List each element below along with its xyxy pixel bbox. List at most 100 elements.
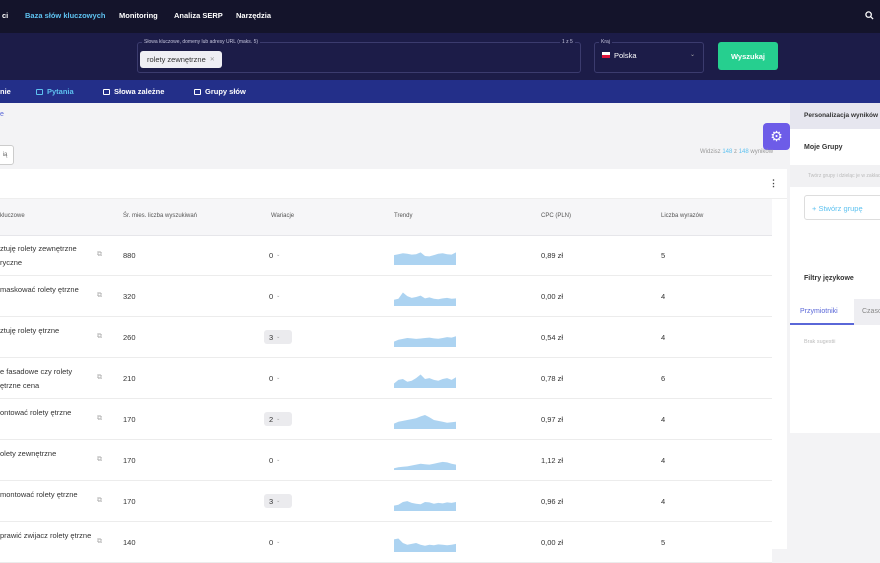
- header-cpc[interactable]: CPC (PLN): [541, 213, 571, 219]
- search-volume: 320: [123, 292, 136, 301]
- nav-item-tools[interactable]: Narzędzia: [236, 11, 271, 20]
- header-word-count[interactable]: Liczba wyrazów: [661, 213, 703, 219]
- trend-sparkline: [394, 501, 456, 511]
- variations-count: 0: [269, 250, 274, 260]
- keyword-text[interactable]: prawić zwijacz rolety ętrzne: [0, 529, 93, 543]
- variations-count: 3: [269, 496, 274, 506]
- search-icon[interactable]: [865, 11, 874, 20]
- empty-suggestions: Brak sugestii: [804, 339, 836, 345]
- export-button[interactable]: ią: [0, 145, 14, 165]
- tab-questions[interactable]: Pytania: [36, 87, 74, 96]
- word-count: 6: [661, 374, 666, 383]
- nav-item-serp-analysis[interactable]: Analiza SERP: [174, 11, 223, 20]
- keyword-table: ⋮ kluczowe Śr. mies. liczba wyszukiwań W…: [0, 169, 787, 563]
- copy-icon[interactable]: ⧉: [97, 538, 102, 546]
- tab-partial[interactable]: nie: [0, 87, 11, 96]
- keyword-text[interactable]: montować rolety ętrzne: [0, 488, 93, 502]
- trend-area: [394, 336, 456, 347]
- chevron-down-icon: ⌄: [276, 375, 281, 381]
- tab-related-words[interactable]: Słowa zależne: [103, 87, 164, 96]
- header-variations[interactable]: Wariacje: [271, 213, 294, 219]
- variations-dropdown[interactable]: 0 ⌄: [264, 289, 292, 303]
- tab-label: Grupy słów: [205, 87, 246, 96]
- tab-adjectives[interactable]: Przymiotniki: [790, 299, 854, 325]
- settings-button[interactable]: ⚙: [763, 123, 790, 150]
- nav-item-partial[interactable]: ci: [2, 11, 8, 20]
- cpc-value: 0,00 zł: [541, 292, 564, 301]
- variations-count: 0: [269, 373, 274, 383]
- results-count: Widzisz 148 z 148 wyników: [700, 149, 773, 155]
- keyword-text[interactable]: ztuję rolety zewnętrzne ryczne: [0, 242, 93, 270]
- table-row[interactable]: ontować rolety ętrzne ⧉ 170 2 ⌄ 0,97 zł 4: [0, 400, 772, 440]
- variations-dropdown[interactable]: 2 ⌄: [264, 412, 292, 426]
- nav-item-monitoring[interactable]: Monitoring: [119, 11, 158, 20]
- keyword-text[interactable]: maskować rolety ętrzne: [0, 283, 93, 297]
- table-row[interactable]: ztuję rolety ętrzne ⧉ 260 3 ⌄ 0,54 zł 4: [0, 318, 772, 358]
- results-total: 148: [738, 149, 749, 155]
- word-count: 4: [661, 292, 666, 301]
- breadcrumb[interactable]: e: [0, 111, 4, 118]
- keyword-text[interactable]: olety zewnętrzne: [0, 447, 93, 461]
- keyword-text[interactable]: ztuję rolety ętrzne: [0, 324, 93, 338]
- trend-area: [394, 374, 456, 388]
- keyword-chip-label: rolety zewnętrzne: [147, 55, 206, 64]
- variations-count: 0: [269, 537, 274, 547]
- my-groups-title: Moje Grupy: [804, 144, 843, 151]
- cpc-value: 0,00 zł: [541, 538, 564, 547]
- country-select[interactable]: [594, 42, 704, 73]
- search-volume: 210: [123, 374, 136, 383]
- header-keyword[interactable]: kluczowe: [0, 213, 25, 219]
- main-content: e ią ⚙ Widzisz 148 z 148 wyników ⋮ klucz…: [0, 103, 790, 563]
- variations-dropdown[interactable]: 0 ⌄: [264, 535, 292, 549]
- copy-icon[interactable]: ⧉: [97, 456, 102, 464]
- panel-footer: [790, 433, 880, 540]
- word-count: 4: [661, 333, 666, 342]
- variations-dropdown[interactable]: 0 ⌄: [264, 453, 292, 467]
- copy-icon[interactable]: ⧉: [97, 333, 102, 341]
- table-row[interactable]: ztuję rolety zewnętrzne ryczne ⧉ 880 0 ⌄ 0,89…: [0, 236, 772, 276]
- keyword-chip[interactable]: rolety zewnętrzne ✕: [140, 51, 222, 68]
- table-row[interactable]: montować rolety ętrzne ⧉ 170 3 ⌄ 0,96 zł 4: [0, 482, 772, 522]
- table-row[interactable]: olety zewnętrzne ⧉ 170 0 ⌄ 1,12 zł 4: [0, 441, 772, 481]
- tab-label: nie: [0, 87, 11, 96]
- variations-dropdown[interactable]: 3 ⌄: [264, 494, 292, 508]
- tab-verbs[interactable]: Czasowniki: [854, 299, 880, 325]
- keyword-text[interactable]: e fasadowe czy rolety ętrzne cena: [0, 365, 93, 393]
- trend-sparkline: [394, 538, 456, 552]
- copy-icon[interactable]: ⧉: [97, 251, 102, 259]
- tab-word-groups[interactable]: Grupy słów: [194, 87, 246, 96]
- close-icon[interactable]: ✕: [210, 56, 215, 63]
- keyword-text[interactable]: ontować rolety ętrzne: [0, 406, 93, 420]
- copy-icon[interactable]: ⧉: [97, 374, 102, 382]
- variations-dropdown[interactable]: 0 ⌄: [264, 371, 292, 385]
- table-header: kluczowe Śr. mies. liczba wyszukiwań War…: [0, 199, 772, 236]
- more-options-icon[interactable]: ⋮: [769, 178, 778, 189]
- table-row[interactable]: e fasadowe czy rolety ętrzne cena ⧉ 210 0 ⌄ 0…: [0, 359, 772, 399]
- country-value: Polska: [614, 51, 637, 60]
- trend-sparkline: [394, 415, 456, 429]
- header-volume[interactable]: Śr. mies. liczba wyszukiwań: [123, 213, 197, 219]
- variations-dropdown[interactable]: 3 ⌄: [264, 330, 292, 344]
- trend-sparkline: [394, 336, 456, 347]
- copy-icon[interactable]: ⧉: [97, 292, 102, 300]
- poland-flag-icon: [602, 52, 610, 58]
- results-suffix: wyników: [750, 149, 774, 155]
- cpc-value: 0,78 zł: [541, 374, 564, 383]
- results-shown: 148: [722, 149, 733, 155]
- header-trends[interactable]: Trendy: [394, 213, 412, 219]
- search-volume: 260: [123, 333, 136, 342]
- keyword-count: 1 z 5: [560, 39, 575, 45]
- search-volume: 140: [123, 538, 136, 547]
- chevron-down-icon: ⌄: [276, 416, 281, 422]
- search-button[interactable]: Wyszukaj: [718, 42, 778, 70]
- variations-dropdown[interactable]: 0 ⌄: [264, 248, 292, 262]
- table-row[interactable]: maskować rolety ętrzne ⧉ 320 0 ⌄ 0,00 zł 4: [0, 277, 772, 317]
- create-group-button[interactable]: + Stwórz grupę: [804, 195, 880, 220]
- copy-icon[interactable]: ⧉: [97, 497, 102, 505]
- gear-icon: ⚙: [770, 128, 783, 144]
- copy-icon[interactable]: ⧉: [97, 415, 102, 423]
- search-volume: 880: [123, 251, 136, 260]
- nav-item-keyword-base[interactable]: Baza słów kluczowych: [25, 11, 105, 20]
- table-row[interactable]: prawić zwijacz rolety ętrzne ⧉ 140 0 ⌄ 0,00 z…: [0, 523, 772, 563]
- trend-area: [394, 501, 456, 511]
